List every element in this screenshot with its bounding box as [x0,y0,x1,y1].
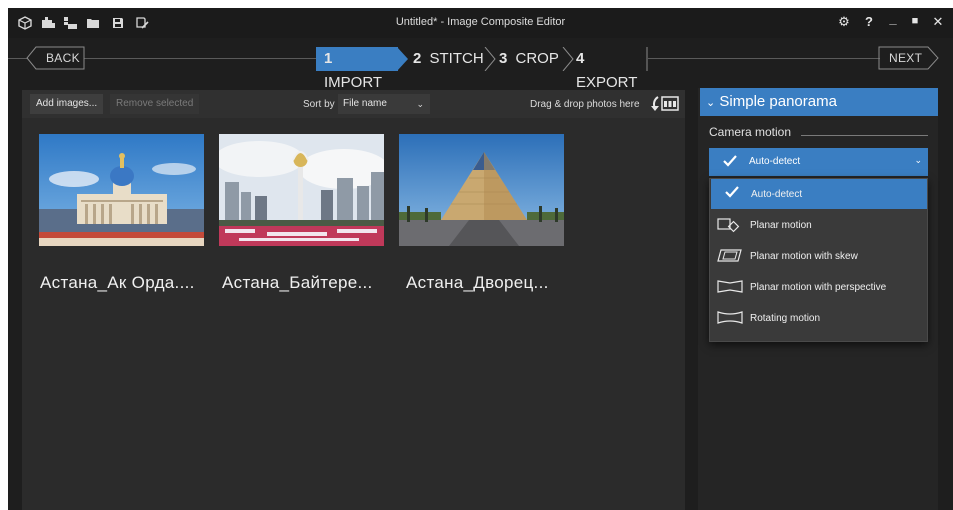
camera-motion-label: Camera motion [709,125,792,139]
collapse-chevron-icon: ⌄ [706,97,716,109]
step-number: 3 [499,50,508,67]
step-number: 2 [413,50,422,67]
chevron-down-icon: ⌄ [416,99,424,109]
planar-skew-icon [717,249,742,262]
drag-drop-hint: Drag & drop photos here [530,99,640,110]
option-planar-motion[interactable]: Planar motion [710,210,927,240]
step-chevron-icon [562,47,574,71]
planar-motion-icon [717,218,740,233]
import-panel: Add images... Remove selected Sort by Fi… [22,90,685,510]
option-label: Rotating motion [750,313,821,324]
app-window: Untitled* - Image Composite Editor ⚙ ? _… [8,8,953,510]
photo-pyramid [399,134,564,246]
drag-drop-icon [651,96,679,111]
sort-by-label: Sort by [303,99,335,110]
tab-crop[interactable]: 3 CROP [499,47,565,71]
minimize-icon[interactable]: _ [885,11,901,26]
option-auto-detect[interactable]: Auto-detect [711,179,927,209]
add-images-button[interactable]: Add images... [30,94,104,114]
tab-stitch[interactable]: 2 STITCH [413,47,489,71]
image-thumbnail[interactable] [219,134,384,246]
maximize-icon[interactable]: ■ [907,15,923,27]
window-title: Untitled* - Image Composite Editor [395,16,566,28]
panorama-settings-panel: ⌄ Simple panorama Camera motion Auto-det… [698,88,938,510]
option-label: Planar motion with skew [750,251,858,262]
rotating-motion-icon [717,311,743,324]
divider [648,58,880,59]
panorama-title: Simple panorama [719,93,837,110]
sort-value: File name [343,98,387,109]
help-icon[interactable]: ? [861,14,877,29]
back-label: BACK [46,51,80,65]
title-bar: Untitled* - Image Composite Editor ⚙ ? _… [8,8,953,38]
step-end-marker [646,47,648,71]
sort-select[interactable]: File name ⌄ [338,94,430,114]
divider [801,135,928,136]
photo-baiterek [219,134,384,246]
option-planar-skew[interactable]: Planar motion with skew [710,241,927,271]
step-chevron-icon [484,47,496,71]
photo-ak-orda [39,134,204,246]
image-label: Астана_Ак Орда.... [40,273,195,292]
checkmark-icon [725,186,739,198]
camera-motion-dropdown: Auto-detect Planar motion Planar motion … [709,178,928,342]
settings-icon[interactable]: ⚙ [836,14,852,30]
import-toolbar: Add images... Remove selected Sort by Fi… [22,90,685,118]
option-label: Planar motion [750,220,812,231]
image-thumbnail[interactable] [39,134,204,246]
workflow-step-bar: BACK NEXT 1 IMPORT 2 STITCH 3 CROP 4 EXP… [8,38,953,91]
simple-panorama-header[interactable]: ⌄ Simple panorama [700,88,938,116]
selected-value: Auto-detect [749,156,801,167]
remove-selected-button[interactable]: Remove selected [110,94,200,114]
step-label: EXPORT [576,74,638,91]
planar-perspective-icon [717,280,743,293]
step-number: 4 [576,50,585,67]
next-button[interactable]: NEXT [878,46,940,70]
next-label: NEXT [889,51,923,65]
tab-export[interactable]: 4 EXPORT [576,47,648,91]
option-label: Planar motion with perspective [750,282,887,293]
close-icon[interactable]: ✕ [930,14,946,30]
step-label: IMPORT [324,74,383,91]
camera-motion-select[interactable]: Auto-detect ⌄ [709,148,928,176]
back-button[interactable]: BACK [26,46,86,70]
step-label: STITCH [429,50,484,67]
divider [84,58,316,59]
image-thumbnail[interactable] [399,134,564,246]
checkmark-icon [723,155,737,167]
tab-import[interactable]: 1 IMPORT [316,47,398,91]
chevron-down-icon: ⌄ [914,155,922,165]
divider [8,58,28,59]
image-label: Астана_Байтере... [222,273,373,292]
step-number: 1 [324,50,333,67]
option-planar-perspective[interactable]: Planar motion with perspective [710,272,927,302]
image-label: Астана_Дворец... [406,273,549,292]
option-rotating-motion[interactable]: Rotating motion [710,303,927,333]
step-chevron-icon [397,47,408,71]
option-label: Auto-detect [751,189,803,200]
step-label: CROP [515,50,559,67]
